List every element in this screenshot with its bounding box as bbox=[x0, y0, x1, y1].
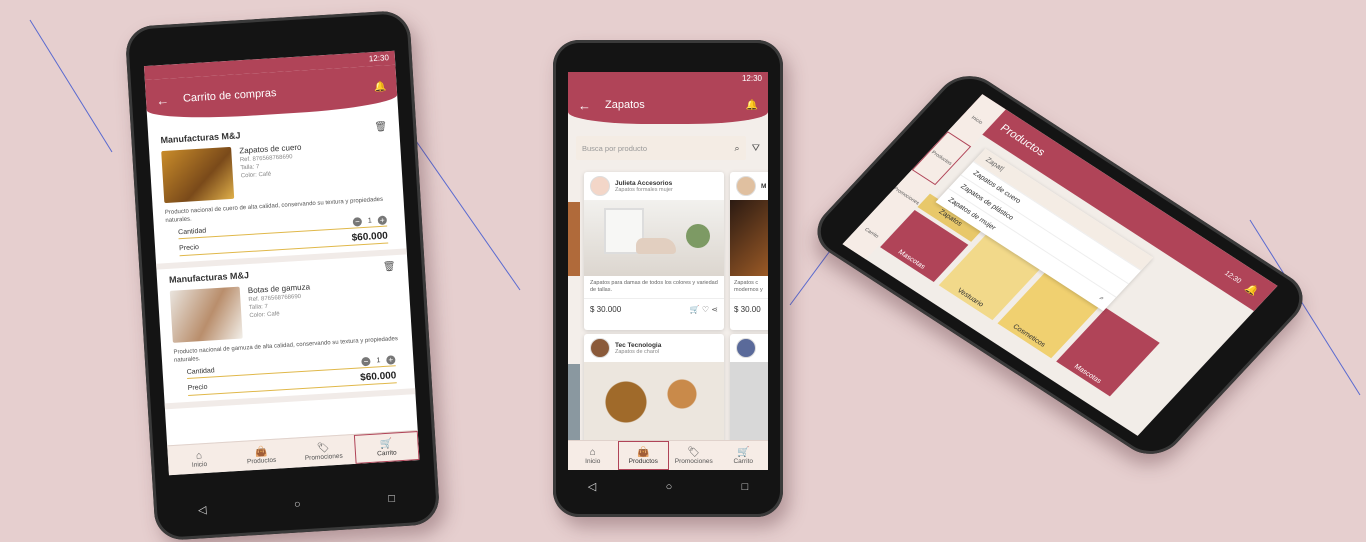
product-image bbox=[584, 362, 724, 442]
cart-icon[interactable]: 🛒 bbox=[690, 305, 700, 314]
cart-icon: 🛒 bbox=[737, 446, 750, 458]
product-price: $ 30.000 bbox=[590, 305, 622, 314]
search-input[interactable]: Busca por producto ⌕ bbox=[576, 136, 746, 160]
cart-icon: 🛒 bbox=[379, 438, 393, 450]
cart-item: Manufacturas M&J 🗑 Botas de gamuza Ref. … bbox=[156, 254, 416, 410]
recents-square-icon[interactable]: □ bbox=[388, 492, 395, 504]
product-image bbox=[584, 200, 724, 276]
product-description: Zapatos para damas de todos los colores … bbox=[590, 280, 718, 293]
bottom-nav: ⌂ Inicio 👜 Productos 🏷 Promociones 🛒 Carrito bbox=[167, 430, 420, 476]
back-triangle-icon[interactable]: ◁ bbox=[588, 480, 596, 493]
shop-subtitle: Zapatos formales mujer bbox=[615, 186, 673, 193]
cart-screen: 12:30 ← Carrito de compras 🔔 Manufactura… bbox=[143, 50, 420, 476]
recents-square-icon[interactable]: □ bbox=[742, 481, 749, 493]
product-image bbox=[730, 200, 768, 276]
page-title: Zapatos bbox=[605, 99, 645, 111]
home-icon: ⌂ bbox=[589, 446, 596, 458]
shop-card-partial[interactable] bbox=[730, 334, 768, 444]
share-icon[interactable]: ⋖ bbox=[711, 305, 718, 314]
shop-subtitle: Zapatos de charol bbox=[615, 348, 660, 355]
avatar bbox=[736, 338, 756, 358]
plus-icon[interactable]: + bbox=[377, 215, 388, 226]
product-image-partial bbox=[568, 202, 580, 276]
nav-inicio[interactable]: ⌂ Inicio bbox=[167, 443, 231, 476]
price-value: $60.000 bbox=[359, 370, 397, 384]
home-circle-icon[interactable]: ○ bbox=[294, 498, 301, 510]
search-icon[interactable]: ⌕ bbox=[735, 143, 740, 154]
tag-icon: 🏷 bbox=[316, 441, 330, 454]
plus-icon[interactable]: + bbox=[386, 355, 396, 365]
home-icon: ⌂ bbox=[195, 449, 203, 462]
trash-icon[interactable]: 🗑 bbox=[374, 121, 387, 133]
bell-icon[interactable]: 🔔 bbox=[746, 100, 758, 111]
back-arrow-icon[interactable]: ← bbox=[156, 92, 170, 108]
product-image bbox=[169, 286, 243, 343]
back-triangle-icon[interactable]: ◁ bbox=[198, 503, 207, 516]
avatar bbox=[590, 338, 610, 358]
nav-promociones[interactable]: 🏷 Promociones bbox=[291, 435, 355, 468]
back-arrow-icon[interactable]: ← bbox=[578, 98, 591, 113]
minus-icon[interactable]: − bbox=[352, 217, 363, 227]
filter-icon[interactable]: ⛛ bbox=[752, 143, 760, 154]
bell-icon[interactable]: 🔔 bbox=[1243, 282, 1261, 297]
tag-icon: 🏷 bbox=[687, 446, 701, 458]
product-image bbox=[161, 146, 235, 204]
price-label: Precio bbox=[187, 383, 208, 392]
avatar bbox=[590, 176, 610, 196]
quantity-stepper[interactable]: − 1 + bbox=[352, 215, 388, 227]
minus-icon[interactable]: − bbox=[361, 356, 371, 367]
bag-icon: 👜 bbox=[637, 446, 650, 458]
bottom-nav: ⌂ Inicio 👜 Productos 🏷 Promociones 🛒 Carrito bbox=[568, 440, 768, 470]
quantity-stepper[interactable]: − 1 + bbox=[361, 355, 396, 367]
shop-name: Tec Tecnologia bbox=[615, 341, 662, 349]
nav-productos[interactable]: 👜 Productos bbox=[229, 439, 293, 472]
price-value: $60.000 bbox=[351, 230, 389, 244]
nav-promociones[interactable]: 🏷 Promociones bbox=[669, 441, 719, 470]
bag-icon: 👜 bbox=[254, 445, 268, 458]
price-label: Precio bbox=[178, 244, 200, 253]
product-color: Color: Café bbox=[240, 171, 272, 180]
nav-carrito[interactable]: 🛒 Carrito bbox=[719, 441, 769, 470]
bell-icon[interactable]: 🔔 bbox=[374, 81, 387, 93]
cart-item: Manufacturas M&J 🗑 Zapatos de cuero Ref.… bbox=[147, 114, 407, 270]
search-icon[interactable]: ⌕ bbox=[1097, 295, 1105, 303]
shop-card[interactable]: Tec Tecnologia Zapatos de charol bbox=[584, 334, 724, 444]
avatar bbox=[736, 176, 756, 196]
nav-carrito[interactable]: 🛒 Carrito bbox=[353, 431, 420, 464]
nav-inicio[interactable]: ⌂ Inicio bbox=[568, 441, 618, 470]
quantity-label: Cantidad bbox=[177, 227, 207, 237]
phone-shoes: 12:30 ← Zapatos 🔔 Busca por producto ⌕ ⛛… bbox=[553, 40, 783, 517]
quantity-value: 1 bbox=[376, 357, 381, 365]
home-circle-icon[interactable]: ○ bbox=[666, 481, 673, 493]
page-title: Carrito de compras bbox=[182, 87, 277, 105]
product-image bbox=[730, 362, 768, 442]
shop-card-partial[interactable]: M Zapatos c modernos y $ 30.00 bbox=[730, 172, 768, 330]
shop-name: Julieta Accesorios bbox=[615, 179, 673, 187]
shop-card[interactable]: Julieta Accesorios Zapatos formales muje… bbox=[584, 172, 724, 330]
quantity-value: 1 bbox=[367, 217, 373, 225]
shoes-screen: 12:30 ← Zapatos 🔔 Busca por producto ⌕ ⛛… bbox=[568, 72, 768, 470]
heart-icon[interactable]: ♡ bbox=[702, 305, 709, 314]
trash-icon[interactable]: 🗑 bbox=[383, 261, 396, 273]
product-image-partial bbox=[568, 364, 580, 444]
nav-productos[interactable]: 👜 Productos bbox=[617, 441, 669, 470]
quantity-label: Cantidad bbox=[186, 367, 215, 377]
status-time: 12:30 bbox=[368, 53, 390, 64]
status-time: 12:30 bbox=[741, 74, 762, 83]
product-color: Color: Café bbox=[249, 311, 280, 320]
phone-cart: 12:30 ← Carrito de compras 🔔 Manufactura… bbox=[124, 9, 441, 542]
